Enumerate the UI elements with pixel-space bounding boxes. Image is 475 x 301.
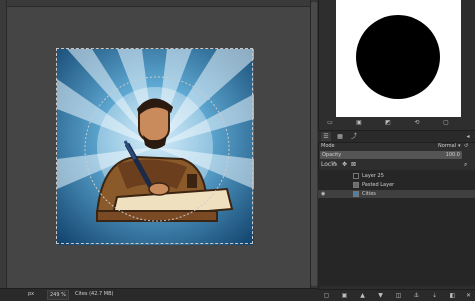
layer-row[interactable]: Pasted Layer (318, 181, 475, 189)
zoom-selector[interactable]: 249 % (47, 290, 69, 300)
new-layer-group-icon[interactable]: ▢ (322, 291, 331, 300)
duplicate-layer-icon[interactable]: ◫ (394, 291, 403, 300)
delete-brush-icon[interactable]: ⟲ (413, 119, 421, 127)
reset-mode-icon[interactable]: ↺ (464, 142, 468, 151)
layer-thumbnail (353, 173, 359, 179)
layer-row[interactable]: Layer 25 (318, 172, 475, 180)
raise-layer-icon[interactable]: ▲ (358, 291, 367, 300)
horizontal-ruler (0, 0, 310, 7)
layers-tab-icon[interactable]: ☰ (321, 132, 331, 141)
lower-layer-icon[interactable]: ▼ (376, 291, 385, 300)
lock-pixels-icon[interactable]: ✎ (333, 160, 338, 169)
mode-label: Mode (321, 143, 335, 149)
brush-tool-buttons: ▭ ▣ ◩ ⟲ ▢ (318, 119, 475, 129)
scrollbar-thumb[interactable] (311, 2, 317, 286)
refresh-brush-icon[interactable]: ▢ (442, 119, 450, 127)
new-brush-icon[interactable]: ▣ (355, 119, 363, 127)
unit-selector[interactable]: px (28, 290, 34, 298)
opacity-value[interactable]: 100.0 (446, 151, 460, 159)
mode-dropdown[interactable]: Normal (438, 142, 456, 151)
lock-alpha-icon[interactable]: ⊠ (351, 160, 356, 169)
panel-menu-icon[interactable]: ◂ (463, 132, 473, 141)
mode-row: Mode Normal ▾ ↺ (318, 142, 475, 151)
delete-layer-icon[interactable]: ✕ (464, 291, 473, 300)
layer-thumbnail (353, 182, 359, 188)
lock-row: Lock: ✎ ✥ ⊠ ⌕ (318, 160, 475, 169)
channels-tab-icon[interactable]: ▦ (335, 132, 345, 141)
brush-preview[interactable] (336, 0, 461, 117)
new-layer-icon[interactable]: ▣ (340, 291, 349, 300)
layer-name: Cities (362, 191, 376, 197)
opacity-label: Opacity (322, 152, 342, 158)
layer-name: Layer 25 (362, 173, 384, 179)
layer-name: Pasted Layer (362, 182, 395, 188)
layer-buttons-bar: ▢ ▣ ▲ ▼ ◫ ⚓ ⇣ ◧ ✕ (318, 289, 475, 301)
search-icon[interactable]: ⌕ (464, 160, 467, 169)
eye-icon[interactable]: ◉ (321, 190, 329, 198)
layers-list: Layer 25 Pasted Layer ◉ Cities (318, 170, 475, 286)
paths-tab-icon[interactable]: ⤴ (349, 132, 359, 141)
opacity-slider[interactable]: Opacity 100.0 (320, 151, 462, 159)
brush-shape (356, 15, 440, 99)
duplicate-brush-icon[interactable]: ◩ (384, 119, 392, 127)
vertical-ruler (0, 0, 7, 288)
layer-thumbnail (353, 191, 359, 197)
image-canvas[interactable] (57, 49, 254, 245)
edit-brush-icon[interactable]: ▭ (326, 119, 334, 127)
anchor-layer-icon[interactable]: ⚓ (412, 291, 421, 300)
image-info: Cites (42.7 MB) (75, 291, 114, 297)
mode-dropdown-chevron-icon[interactable]: ▾ (458, 142, 461, 151)
lock-position-icon[interactable]: ✥ (342, 160, 347, 169)
merge-down-icon[interactable]: ⇣ (430, 291, 439, 300)
mask-icon[interactable]: ◧ (448, 291, 457, 300)
layer-row[interactable]: ◉ Cities (318, 190, 475, 198)
